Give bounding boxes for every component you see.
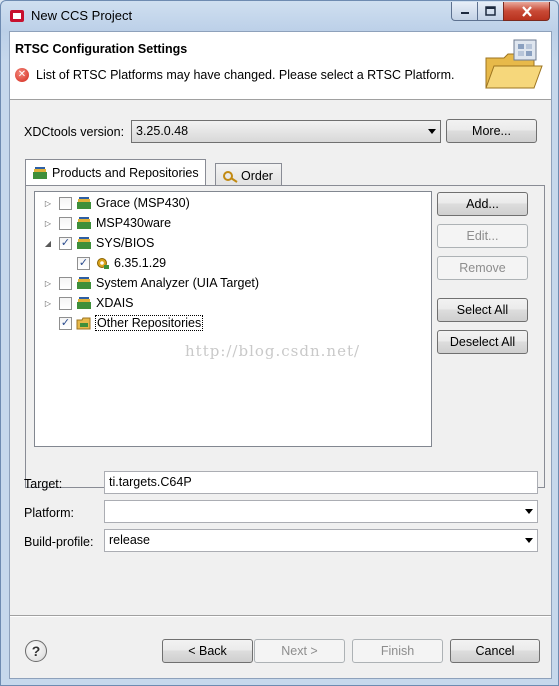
tree-item-label: SYS/BIOS — [96, 236, 155, 250]
maximize-icon — [485, 6, 496, 16]
platform-label: Platform: — [24, 506, 75, 520]
dialog-client-area: RTSC Configuration Settings ✕ List of RT… — [9, 31, 552, 679]
footer-separator — [10, 615, 551, 617]
xdctools-version-value: 3.25.0.48 — [136, 124, 189, 138]
folder-repository-icon — [76, 317, 91, 330]
checkbox-sysbios-version[interactable]: ✓ — [77, 256, 90, 270]
close-button[interactable] — [503, 2, 550, 21]
close-icon — [521, 5, 532, 17]
checkbox-system-analyzer[interactable] — [59, 276, 72, 290]
xdctools-version-select[interactable]: 3.25.0.48 — [131, 120, 441, 143]
select-all-button[interactable]: Select All — [437, 298, 528, 322]
repository-icon — [77, 197, 91, 209]
ccs-app-icon — [10, 10, 24, 22]
tree-item-grace[interactable]: ▷ Grace (MSP430) — [43, 193, 190, 213]
xdctools-label: XDCtools version: — [24, 125, 125, 139]
tree-item-system-analyzer[interactable]: ▷ System Analyzer (UIA Target) — [43, 273, 259, 293]
collapse-icon[interactable]: ◢ — [43, 239, 53, 248]
more-button[interactable]: More... — [446, 119, 537, 143]
gear-package-icon — [97, 258, 109, 269]
repository-icon — [33, 166, 47, 179]
remove-button[interactable]: Remove — [437, 256, 528, 280]
folder-wizard-icon — [485, 39, 543, 89]
target-field[interactable]: ti.targets.C64P — [104, 471, 538, 494]
help-icon[interactable]: ? — [25, 640, 47, 662]
checkbox-sysbios[interactable]: ✓ — [59, 236, 72, 250]
repository-icon — [77, 297, 91, 309]
repository-icon — [77, 277, 91, 289]
cancel-button[interactable]: Cancel — [450, 639, 540, 663]
build-profile-value: release — [109, 533, 150, 547]
edit-button[interactable]: Edit... — [437, 224, 528, 248]
expand-icon[interactable]: ▷ — [43, 279, 53, 288]
minimize-icon — [460, 12, 469, 14]
chevron-down-icon — [525, 538, 533, 543]
tree-item-label: Grace (MSP430) — [96, 196, 190, 210]
expand-icon[interactable]: ▷ — [43, 199, 53, 208]
tree-item-label: MSP430ware — [96, 216, 172, 230]
page-title: RTSC Configuration Settings — [15, 42, 188, 56]
repository-icon — [77, 237, 91, 249]
chevron-down-icon — [428, 129, 436, 134]
expand-icon[interactable]: ▷ — [43, 299, 53, 308]
tree-item-other-repositories[interactable]: ✓ Other Repositories — [43, 313, 204, 333]
add-button[interactable]: Add... — [437, 192, 528, 216]
back-button[interactable]: < Back — [162, 639, 253, 663]
tree-item-label: 6.35.1.29 — [114, 256, 167, 270]
repository-icon — [77, 217, 91, 229]
tree-item-label: System Analyzer (UIA Target) — [96, 276, 260, 290]
deselect-all-button[interactable]: Deselect All — [437, 330, 528, 354]
tree-item-sysbios[interactable]: ◢ ✓ SYS/BIOS — [43, 233, 154, 253]
finish-button[interactable]: Finish — [352, 639, 443, 663]
tree-item-label: XDAIS — [96, 296, 134, 310]
checkbox-grace[interactable] — [59, 196, 72, 210]
order-icon — [223, 170, 238, 183]
window-title: New CCS Project — [31, 8, 133, 23]
platform-select[interactable] — [104, 500, 538, 523]
checkbox-xdais[interactable] — [59, 296, 72, 310]
next-button[interactable]: Next > — [254, 639, 345, 663]
title-bar[interactable]: New CCS Project — [1, 1, 558, 31]
header-banner: RTSC Configuration Settings ✕ List of RT… — [10, 32, 551, 100]
dialog-window: New CCS Project RTSC Configuration Setti… — [0, 0, 559, 686]
chevron-down-icon — [525, 509, 533, 514]
target-label: Target: — [24, 477, 63, 491]
tree-item-msp430ware[interactable]: ▷ MSP430ware — [43, 213, 171, 233]
checkbox-other-repositories[interactable]: ✓ — [59, 316, 72, 330]
tree-item-label: Other Repositories — [94, 315, 204, 331]
watermark-text: http://blog.csdn.net/ — [185, 342, 361, 360]
tab-products-and-repositories[interactable]: Products and Repositories — [25, 159, 206, 185]
tab-products-label: Products and Repositories — [52, 165, 199, 180]
build-profile-label: Build-profile: — [24, 535, 94, 549]
products-tree[interactable]: ▷ Grace (MSP430) ▷ MSP430ware ◢ ✓ SYS/BI… — [34, 191, 432, 447]
error-message: List of RTSC Platforms may have changed.… — [36, 68, 455, 82]
tree-item-xdais[interactable]: ▷ XDAIS — [43, 293, 134, 313]
tab-order-label: Order — [241, 168, 273, 183]
tab-order[interactable]: Order — [215, 163, 282, 187]
checkbox-msp430ware[interactable] — [59, 216, 72, 230]
minimize-button[interactable] — [451, 2, 478, 21]
maximize-button[interactable] — [477, 2, 504, 21]
target-value: ti.targets.C64P — [109, 475, 192, 489]
error-icon: ✕ — [15, 68, 29, 82]
expand-icon[interactable]: ▷ — [43, 219, 53, 228]
build-profile-select[interactable]: release — [104, 529, 538, 552]
tree-item-sysbios-version[interactable]: ✓ 6.35.1.29 — [61, 253, 166, 273]
